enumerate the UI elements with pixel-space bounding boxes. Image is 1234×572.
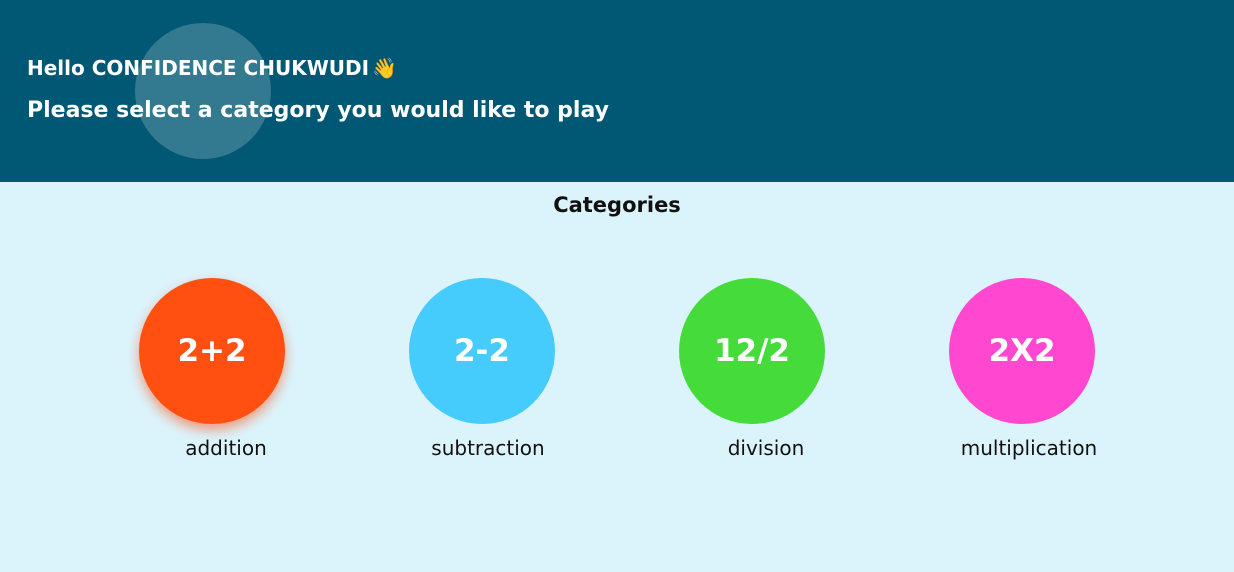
category-multiplication[interactable]: 2X2 multiplication [912, 278, 1132, 460]
decorative-circle [135, 23, 271, 159]
category-prompt: Please select a category you would like … [27, 98, 609, 123]
header-banner: Hello CONFIDENCE CHUKWUDI 👋 Please selec… [0, 0, 1234, 182]
division-label: division [727, 436, 805, 460]
multiplication-circle-button[interactable]: 2X2 [949, 278, 1095, 424]
category-addition[interactable]: 2+2 addition [102, 278, 322, 460]
addition-circle-button[interactable]: 2+2 [139, 278, 285, 424]
page: Hello CONFIDENCE CHUKWUDI 👋 Please selec… [0, 0, 1234, 572]
division-circle-button[interactable]: 12/2 [679, 278, 825, 424]
greeting: Hello CONFIDENCE CHUKWUDI 👋 [27, 56, 397, 80]
categories-title: Categories [553, 193, 681, 217]
waving-hand-icon: 👋 [372, 56, 397, 80]
category-division[interactable]: 12/2 division [642, 278, 862, 460]
multiplication-label: multiplication [960, 436, 1098, 460]
greeting-text: Hello CONFIDENCE CHUKWUDI [27, 56, 370, 80]
category-subtraction[interactable]: 2-2 subtraction [372, 278, 592, 460]
subtraction-circle-button[interactable]: 2-2 [409, 278, 555, 424]
subtraction-label: subtraction [431, 436, 545, 460]
addition-label: addition [185, 436, 267, 460]
